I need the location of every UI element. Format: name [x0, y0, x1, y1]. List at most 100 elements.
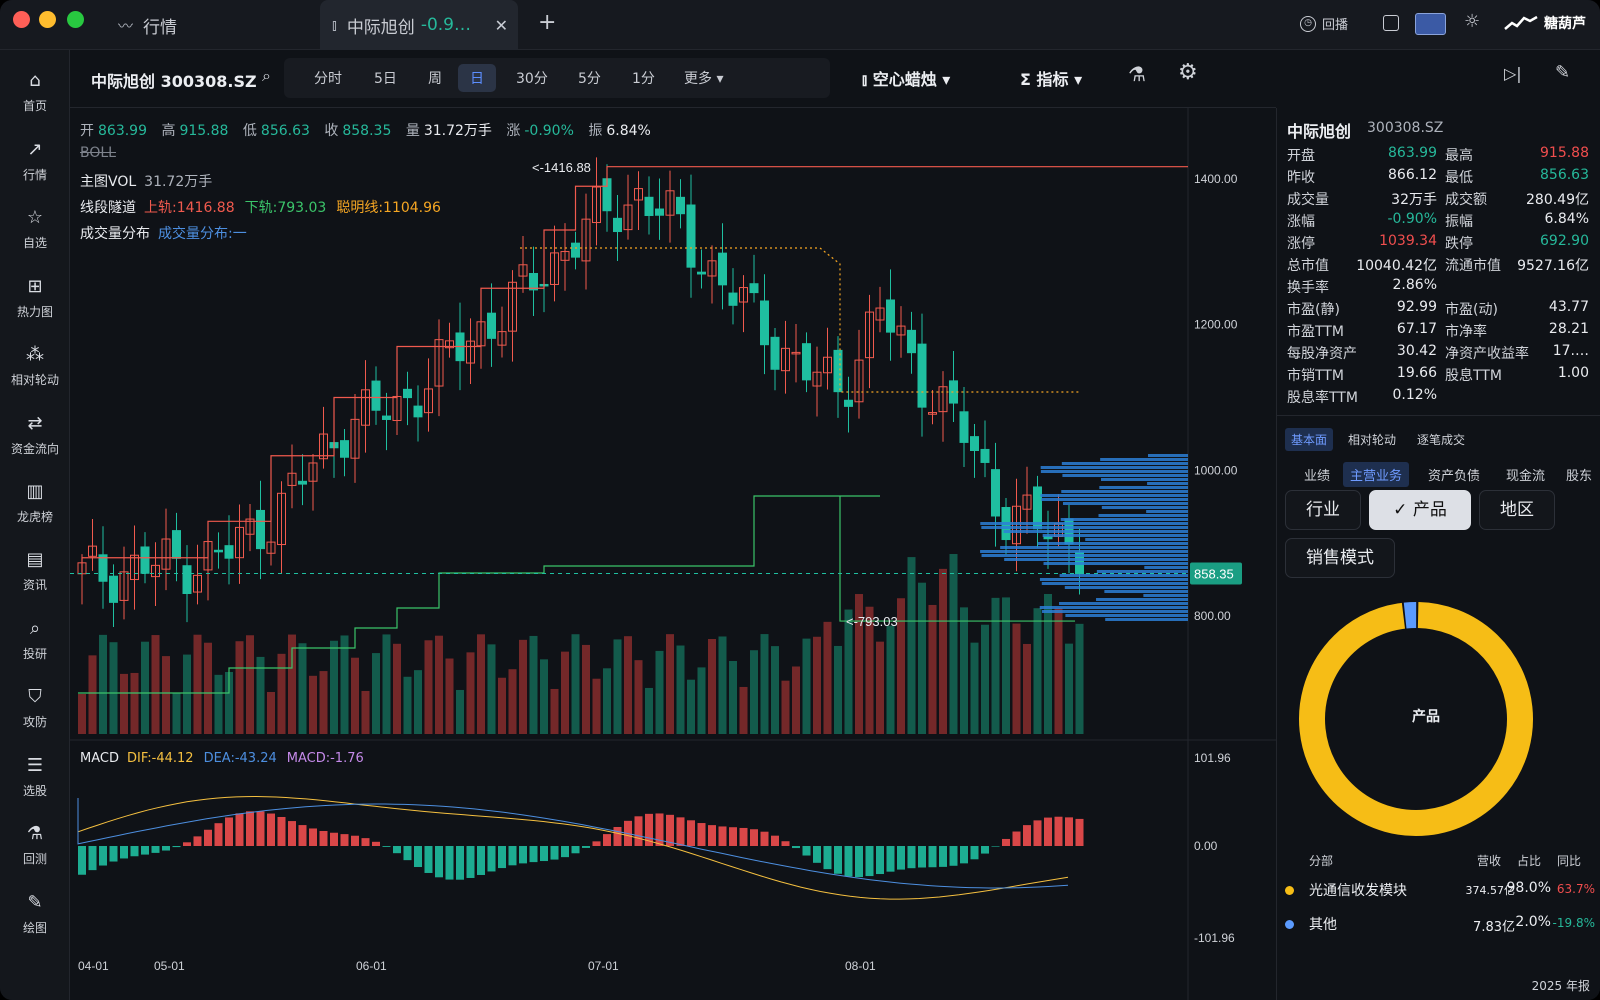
quote-label: 开盘	[1287, 148, 1315, 164]
vol-legend[interactable]: 主图VOL 31.72万手	[80, 171, 212, 191]
volume-profile-bar	[1143, 594, 1188, 597]
subtab-performance[interactable]: 业绩	[1297, 462, 1337, 487]
period-1min[interactable]: 1分	[632, 68, 655, 88]
segment-region-button[interactable]: 地区	[1479, 490, 1555, 530]
macd-bar	[750, 829, 758, 846]
y-tick-label: 800.00	[1194, 609, 1231, 623]
subtab-balance-sheet[interactable]: 资产负债	[1421, 462, 1487, 487]
popout-icon[interactable]	[1383, 15, 1399, 31]
volume-bar	[655, 650, 664, 734]
channel-legend[interactable]: 线段隧道 上轨:1416.88 下轨:793.03 聪明线:1104.96	[80, 197, 441, 217]
close-tab-icon[interactable]: ✕	[495, 16, 508, 35]
zoom-window-button[interactable]	[67, 11, 84, 28]
sidebar-item-rotation[interactable]: ⁂ 相对轮动	[0, 344, 70, 388]
tab-tick-trades[interactable]: 逐笔成交	[1411, 428, 1471, 451]
subtab-cashflow[interactable]: 现金流	[1499, 462, 1552, 487]
period-5day[interactable]: 5日	[374, 68, 397, 88]
volume-bar	[172, 692, 181, 734]
quote-label: 成交量	[1287, 192, 1329, 208]
sidebar-item-home[interactable]: ⌂ 首页	[0, 70, 70, 114]
indicator-dropdown[interactable]: Σ 指标 ▾	[1020, 66, 1082, 90]
table-row[interactable]: 光通信收发模块 374.57亿 98.0% 63.7%	[1285, 880, 1595, 904]
macd-bar	[918, 846, 926, 868]
sidebar-item-label: 选股	[22, 784, 47, 798]
channel-upper-value: 上轨:1416.88	[144, 200, 235, 216]
segment-product-button[interactable]: ✓ 产品	[1369, 490, 1471, 530]
volume-bar	[739, 686, 748, 734]
replay-button[interactable]: ◷ 回播	[1300, 14, 1348, 33]
macd-bar	[414, 846, 422, 868]
segment-industry-button[interactable]: 行业	[1285, 490, 1361, 530]
edit-notes-icon[interactable]: ✎	[1555, 62, 1570, 83]
subtab-main-business[interactable]: 主营业务	[1343, 462, 1410, 487]
tab-market[interactable]: 〰 行情	[118, 0, 177, 50]
channel-legend-title: 线段隧道	[80, 200, 136, 216]
theme-color-button[interactable]	[1415, 13, 1446, 35]
sidebar-item-news[interactable]: ▤ 资讯	[0, 549, 70, 593]
volume-bar	[487, 644, 496, 734]
boll-legend[interactable]: BOLL	[80, 145, 116, 161]
period-30min[interactable]: 30分	[516, 68, 548, 88]
macd-bar	[319, 830, 328, 846]
macd-legend[interactable]: MACD DIF:-44.12 DEA:-43.24 MACD:-1.76	[80, 751, 364, 766]
sidebar-item-defense[interactable]: ⛉ 攻防	[0, 686, 70, 730]
table-row[interactable]: 其他 7.83亿 2.0% -19.8%	[1285, 914, 1595, 938]
tab-fundamentals[interactable]: 基本面	[1285, 428, 1334, 451]
flask-icon[interactable]: ⚗	[1128, 62, 1146, 86]
segment-yoy: 63.7%	[1556, 882, 1595, 896]
quote-value: 1.00	[1557, 365, 1589, 381]
tab-rotation[interactable]: 相对轮动	[1342, 428, 1402, 451]
volume-bar	[151, 635, 160, 734]
gear-icon[interactable]: ⚙	[1178, 60, 1198, 85]
subtab-shareholders[interactable]: 股东	[1559, 462, 1599, 487]
sidebar-item-heatmap[interactable]: ⊞ 热力图	[0, 276, 70, 320]
step-forward-icon[interactable]: ▷|	[1504, 64, 1522, 83]
period-intraday[interactable]: 分时	[314, 68, 342, 88]
close-value: 858.35	[342, 123, 392, 139]
add-tab-button[interactable]: +	[538, 10, 556, 35]
macd-bar	[603, 834, 611, 846]
tab-stock[interactable]: ⫾ 中际旭创 -0.9… ✕	[320, 0, 518, 50]
quote-row: 成交量 32万手 成交额 280.49亿	[1287, 189, 1591, 211]
volume-bar	[1044, 594, 1052, 734]
volume-bar	[907, 557, 916, 734]
close-window-button[interactable]	[13, 11, 30, 28]
macd-bar	[886, 846, 895, 872]
search-icon[interactable]: ⌕	[262, 66, 271, 86]
sidebar-item-backtest[interactable]: ⚗ 回测	[0, 823, 70, 867]
sidebar-item-screener[interactable]: ☰ 选股	[0, 755, 70, 799]
volume-bar	[750, 650, 758, 734]
candle-type-dropdown[interactable]: ⫾ 空心蜡烛 ▾	[862, 66, 950, 90]
period-5min[interactable]: 5分	[578, 68, 601, 88]
trend-icon: ↗	[27, 139, 43, 160]
sidebar-item-research[interactable]: ⌕ 投研	[0, 618, 70, 662]
candle-icon: ⫾	[862, 70, 873, 89]
candle-body	[718, 252, 727, 286]
volume-bar	[918, 582, 926, 734]
sidebar-item-market[interactable]: ↗ 行情	[0, 139, 70, 183]
sidebar-item-draw[interactable]: ✎ 绘图	[0, 892, 70, 936]
segment-sales-mode-button[interactable]: 销售模式	[1285, 538, 1395, 578]
sun-icon[interactable]: ☼	[1464, 11, 1480, 32]
volume-bar	[970, 642, 979, 734]
period-week[interactable]: 周	[428, 68, 442, 88]
candle-body	[802, 343, 811, 381]
quote-value: 2.86%	[1392, 277, 1437, 293]
period-more[interactable]: 更多 ▾	[684, 68, 723, 88]
candlestick-chart[interactable]: 1400.00 1200.00 1000.00 800.00 101.96 0.00 -10…	[70, 108, 1276, 1000]
macd-tick-label: 0.00	[1194, 839, 1218, 853]
volume-profile-bar	[1146, 510, 1188, 513]
candle-body	[980, 448, 990, 463]
volume-profile-bar	[1100, 458, 1188, 461]
candle-body	[770, 336, 780, 370]
high-label: 高	[161, 123, 176, 139]
volume-bar	[540, 659, 548, 734]
volume-profile-bar	[1096, 598, 1188, 601]
period-day[interactable]: 日	[458, 64, 496, 92]
stock-title[interactable]: 中际旭创 300308.SZ	[91, 68, 257, 92]
dist-legend[interactable]: 成交量分布 成交量分布:一	[80, 223, 247, 243]
minimize-window-button[interactable]	[39, 11, 56, 28]
sidebar-item-watchlist[interactable]: ☆ 自选	[0, 207, 70, 251]
sidebar-item-dragon-tiger[interactable]: ▥ 龙虎榜	[0, 481, 70, 525]
sidebar-item-fundflow[interactable]: ⇄ 资金流向	[0, 413, 70, 457]
